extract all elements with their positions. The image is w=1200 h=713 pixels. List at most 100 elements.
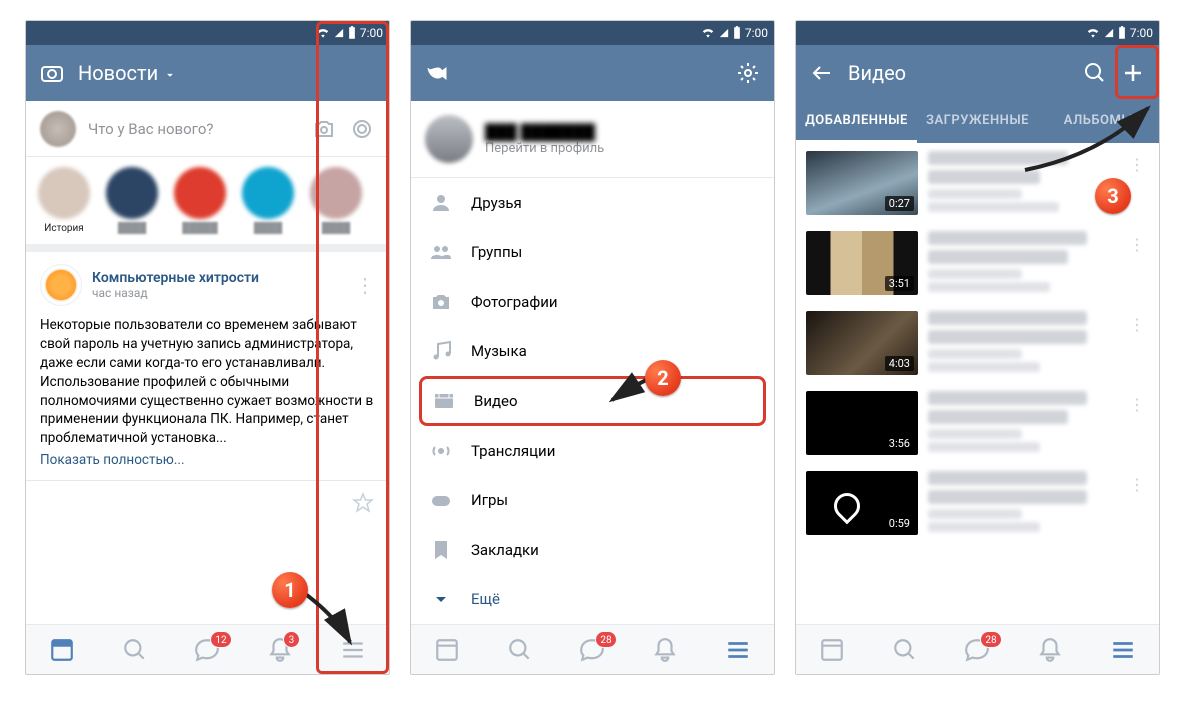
- group-avatar[interactable]: [40, 264, 82, 306]
- back-icon[interactable]: [810, 61, 834, 85]
- menu-bookmarks[interactable]: Закладки: [411, 525, 774, 575]
- nav-feed[interactable]: [796, 625, 869, 674]
- nav-feed[interactable]: [26, 625, 99, 674]
- status-time: 7:00: [1130, 26, 1153, 40]
- more-icon[interactable]: ⋮: [1125, 395, 1149, 414]
- camera-icon[interactable]: [40, 61, 64, 85]
- story-item[interactable]: ████: [306, 167, 366, 234]
- video-item[interactable]: 3:51 ⋮: [796, 223, 1159, 303]
- nav-search[interactable]: [869, 625, 942, 674]
- battery-icon: [733, 26, 741, 40]
- story-item[interactable]: █████: [170, 167, 230, 234]
- video-thumb: 3:56: [806, 391, 918, 455]
- phone-news: 7:00 Новости Что у Вас нового? История █…: [25, 20, 390, 675]
- signal-icon: [1104, 26, 1114, 40]
- compose-row[interactable]: Что у Вас нового?: [26, 101, 389, 157]
- more-icon[interactable]: ⋮: [1125, 315, 1149, 334]
- badge: 12: [210, 631, 231, 648]
- menu-live[interactable]: Трансляции: [411, 426, 774, 476]
- bookmark-icon[interactable]: [351, 492, 375, 516]
- header-title[interactable]: Новости: [78, 61, 375, 85]
- profile-row[interactable]: ███ ███████ Перейти в профиль: [411, 101, 774, 178]
- tab-added[interactable]: ДОБАВЛЕННЫЕ: [796, 101, 917, 143]
- nav-notifications[interactable]: 3: [244, 625, 317, 674]
- post-text: Некоторые пользователи со временем забыв…: [40, 316, 375, 448]
- nav-notifications[interactable]: [1014, 625, 1087, 674]
- live-icon[interactable]: [349, 116, 375, 142]
- show-more-link[interactable]: Показать полностью...: [40, 452, 185, 468]
- feed-post: Компьютерные хитрости час назад ⋮ Некото…: [26, 252, 389, 480]
- video-thumb: 4:03: [806, 311, 918, 375]
- video-item[interactable]: 3:56 ⋮: [796, 383, 1159, 463]
- badge: 28: [980, 631, 1001, 648]
- nav-search[interactable]: [484, 625, 557, 674]
- badge: 28: [595, 631, 616, 648]
- status-bar: 7:00: [796, 21, 1159, 45]
- story-item[interactable]: ████: [102, 167, 162, 234]
- status-time: 7:00: [745, 26, 768, 40]
- more-icon[interactable]: ⋮: [1125, 155, 1149, 174]
- signal-icon: [719, 26, 729, 40]
- header-title: Видео: [848, 61, 1069, 85]
- avatar: [40, 111, 76, 147]
- nav-feed[interactable]: [411, 625, 484, 674]
- menu-video[interactable]: Видео: [419, 376, 766, 426]
- attach-photo-icon[interactable]: [311, 116, 337, 142]
- vk-logo-icon: [425, 61, 449, 85]
- search-icon[interactable]: [1083, 61, 1107, 85]
- avatar: [425, 115, 473, 163]
- menu-music[interactable]: Музыка: [411, 327, 774, 377]
- stories-row[interactable]: История ████ █████ ████ ████: [26, 157, 389, 252]
- nav-messages[interactable]: 12: [171, 625, 244, 674]
- add-icon[interactable]: [1121, 61, 1145, 85]
- video-thumb: 3:51: [806, 231, 918, 295]
- phone-menu: 7:00 ███ ███████ Перейти в профиль Друзь…: [410, 20, 775, 675]
- menu-friends[interactable]: Друзья: [411, 178, 774, 228]
- video-tabs: ДОБАВЛЕННЫЕ ЗАГРУЖЕННЫЕ АЛЬБОМЫ: [796, 101, 1159, 143]
- video-header: Видео: [796, 45, 1159, 101]
- video-item[interactable]: 0:27 ⋮: [796, 143, 1159, 223]
- bottom-nav: 28: [411, 624, 774, 674]
- bottom-nav: 28: [796, 624, 1159, 674]
- story-item[interactable]: ████: [238, 167, 298, 234]
- tab-uploaded[interactable]: ЗАГРУЖЕННЫЕ: [917, 101, 1038, 143]
- phone-video: 7:00 Видео ДОБАВЛЕННЫЕ ЗАГРУЖЕННЫЕ АЛЬБО…: [795, 20, 1160, 675]
- post-more-icon[interactable]: ⋮: [355, 273, 375, 297]
- gear-icon[interactable]: [736, 61, 760, 85]
- news-header: Новости: [26, 45, 389, 101]
- group-name[interactable]: Компьютерные хитрости: [92, 270, 345, 286]
- nav-search[interactable]: [99, 625, 172, 674]
- signal-icon: [334, 26, 344, 40]
- menu-header: [411, 45, 774, 101]
- video-item[interactable]: 4:03 ⋮: [796, 303, 1159, 383]
- bottom-nav: 12 3: [26, 624, 389, 674]
- nav-menu[interactable]: [1086, 625, 1159, 674]
- profile-name: ███ ███████: [485, 123, 604, 141]
- menu-groups[interactable]: Группы: [411, 228, 774, 278]
- status-time: 7:00: [360, 26, 383, 40]
- compose-placeholder: Что у Вас нового?: [88, 120, 299, 138]
- nav-messages[interactable]: 28: [556, 625, 629, 674]
- video-thumb: 0:27: [806, 151, 918, 215]
- menu-games[interactable]: Игры: [411, 475, 774, 525]
- story-item[interactable]: История: [34, 167, 94, 234]
- more-icon[interactable]: ⋮: [1125, 475, 1149, 494]
- nav-menu[interactable]: [701, 625, 774, 674]
- battery-icon: [348, 26, 356, 40]
- wifi-icon: [701, 26, 715, 40]
- profile-link: Перейти в профиль: [485, 141, 604, 156]
- battery-icon: [1118, 26, 1126, 40]
- menu-photos[interactable]: Фотографии: [411, 277, 774, 327]
- status-bar: 7:00: [411, 21, 774, 45]
- menu-more[interactable]: Ещё: [411, 574, 774, 624]
- post-time: час назад: [92, 286, 345, 300]
- badge: 3: [283, 631, 300, 648]
- nav-notifications[interactable]: [629, 625, 702, 674]
- status-bar: 7:00: [26, 21, 389, 45]
- tab-albums[interactable]: АЛЬБОМЫ: [1038, 101, 1159, 143]
- nav-messages[interactable]: 28: [941, 625, 1014, 674]
- more-icon[interactable]: ⋮: [1125, 235, 1149, 254]
- wifi-icon: [316, 26, 330, 40]
- nav-menu[interactable]: [316, 625, 389, 674]
- video-item[interactable]: 0:59 ⋮: [796, 463, 1159, 543]
